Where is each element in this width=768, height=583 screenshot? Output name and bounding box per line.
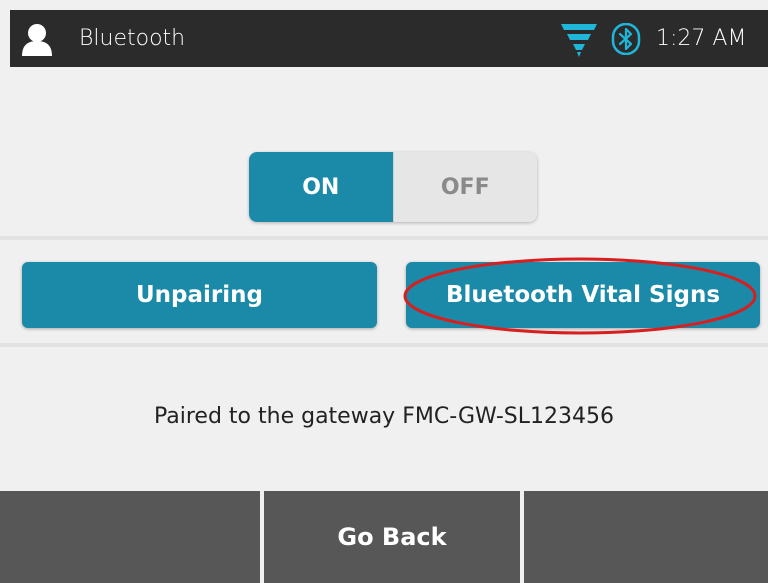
bluetooth-icon — [611, 23, 641, 55]
bottom-navigation: Go Back — [0, 491, 768, 583]
bluetooth-toggle[interactable]: ON OFF — [249, 152, 537, 222]
footer-left-button[interactable] — [0, 491, 260, 583]
divider — [0, 236, 768, 240]
toggle-off-option[interactable]: OFF — [392, 152, 537, 222]
signal-strength-icon — [561, 24, 597, 57]
user-avatar-icon[interactable] — [20, 22, 54, 56]
toggle-on-option[interactable]: ON — [249, 152, 393, 222]
pairing-status-text: Paired to the gateway FMC-GW-SL123456 — [154, 404, 614, 429]
status-bar: Bluetooth 1:27 AM — [10, 10, 768, 67]
divider — [0, 343, 768, 347]
page-title: Bluetooth — [79, 26, 186, 51]
bluetooth-vital-signs-button[interactable]: Bluetooth Vital Signs — [406, 262, 760, 328]
clock: 1:27 AM — [656, 26, 747, 51]
go-back-button[interactable]: Go Back — [264, 491, 520, 583]
footer-right-button[interactable] — [524, 491, 768, 583]
unpairing-button[interactable]: Unpairing — [22, 262, 377, 328]
